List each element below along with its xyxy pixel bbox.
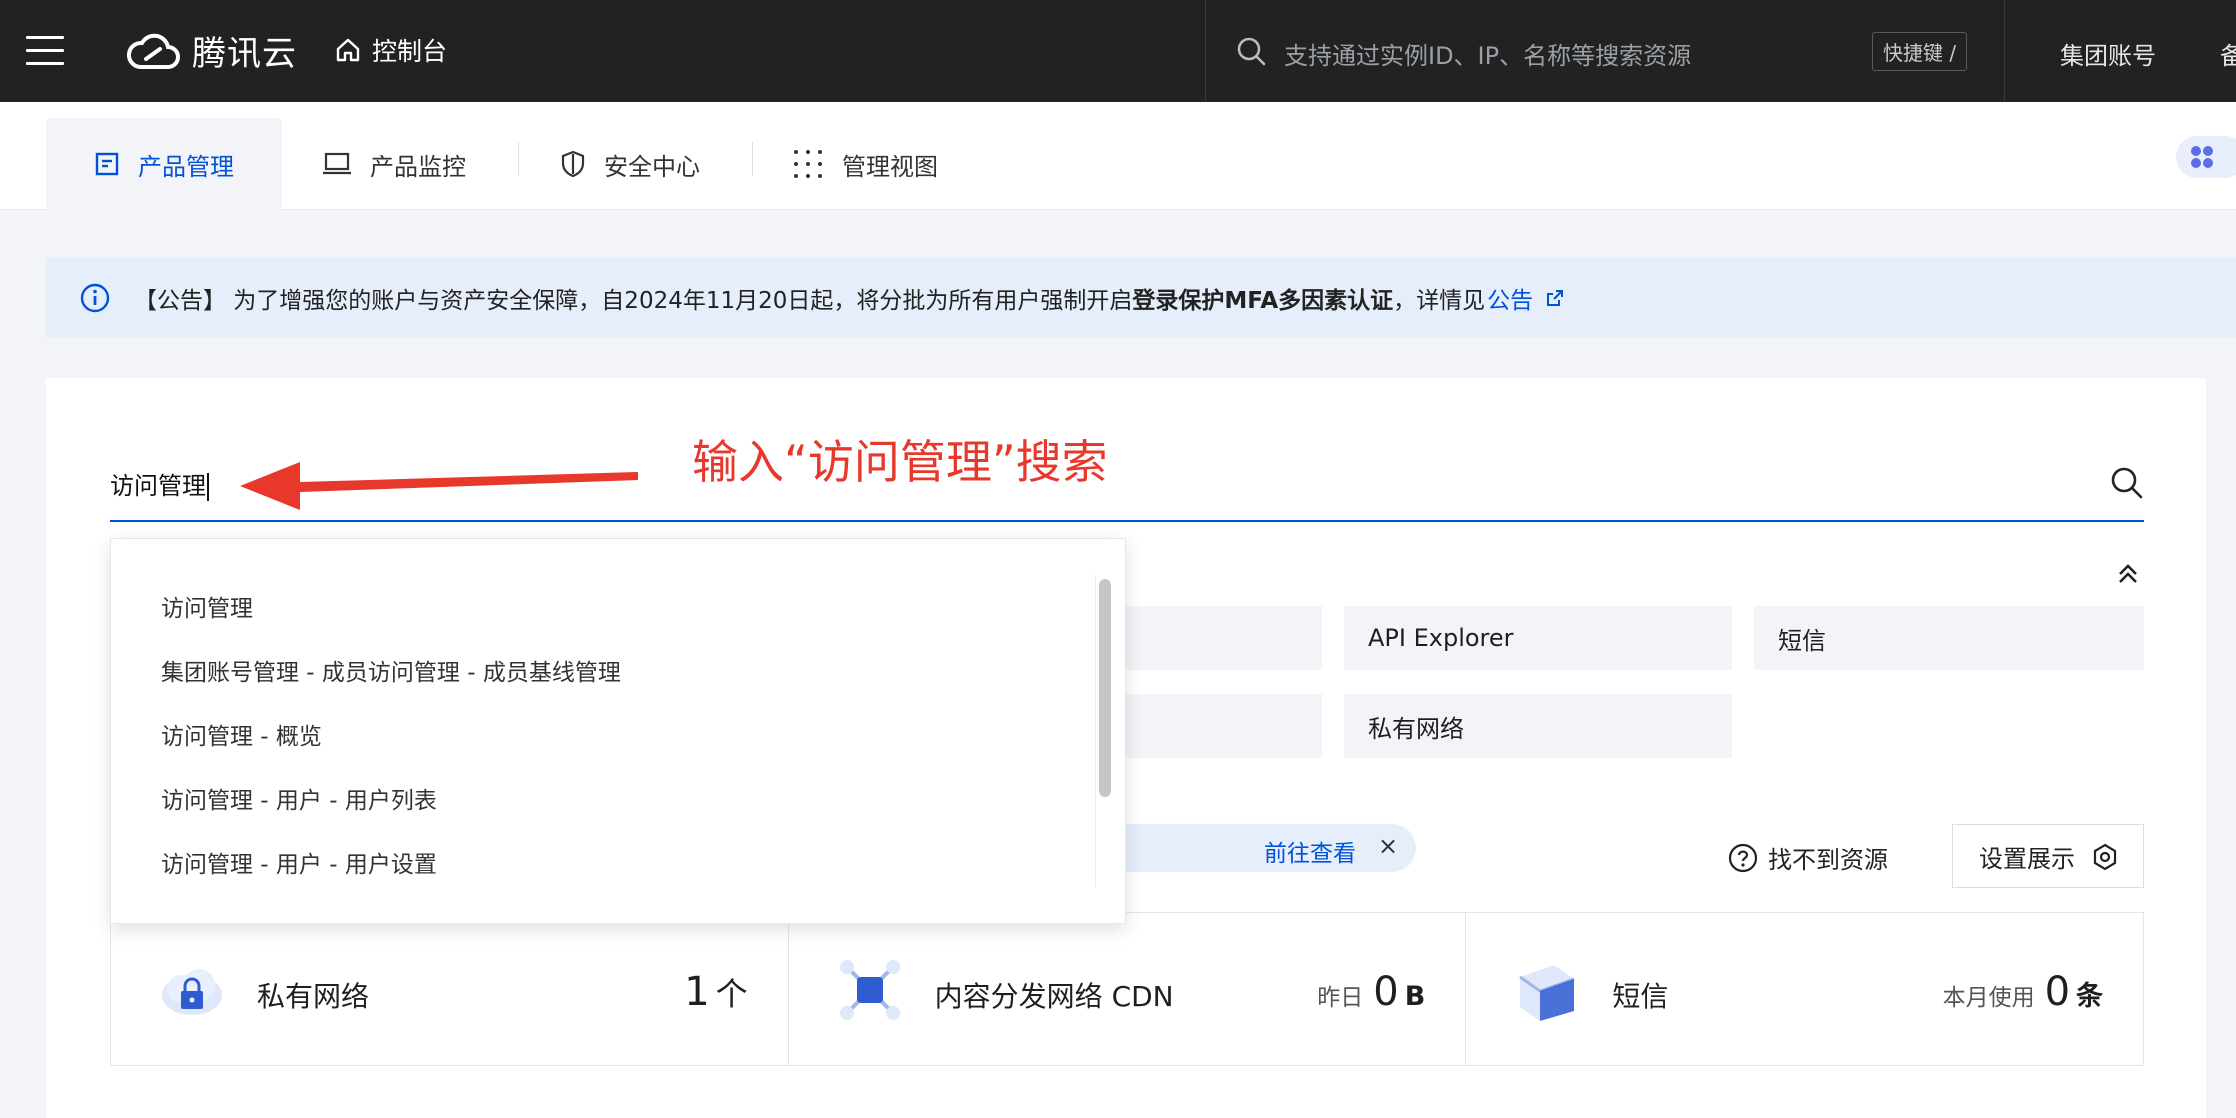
shortcut-chip-api-explorer[interactable]: API Explorer [1344,606,1732,670]
recent-resource-pill: 前往查看 × [1080,824,1416,872]
document-icon [95,152,119,176]
stat-value: 1 [684,969,710,1015]
stat-unit: B [1404,981,1426,1012]
info-icon [80,283,110,313]
vpc-cloud-lock-icon [162,969,222,1015]
annotation-arrow-icon [240,462,638,510]
stat-label: 昨日 [1317,985,1364,1011]
tab-divider [518,142,519,176]
dropdown-scrollbar-thumb[interactable] [1099,579,1111,797]
not-found-label: 找不到资源 [1768,846,1888,874]
announcement-bold-text: 登录保护MFA多因素认证 [1132,288,1394,314]
text-caret [207,473,209,501]
search-icon[interactable] [2110,466,2144,500]
topbar-clipped-item[interactable]: 备 [2220,36,2236,71]
group-account-link[interactable]: 集团账号 [2060,36,2156,71]
stat-unit: 个 [715,975,748,1013]
stat-card-vpc[interactable]: 私有网络 1个 [111,913,789,1065]
stat-value: 0 [2044,969,2071,1015]
go-view-link[interactable]: 前往查看 [1264,834,1356,868]
suggestion-item[interactable]: 访问管理 - 用户 - 用户列表 [161,781,437,815]
stat-value: 0 [1373,969,1399,1015]
suggestion-item[interactable]: 访问管理 - 概览 [161,717,322,751]
tab-management-view[interactable]: 管理视图 [792,118,938,210]
stat-unit: 条 [2076,981,2104,1012]
tencent-cloud-logo[interactable]: 腾讯云 [126,26,297,75]
tab-security-center[interactable]: 安全中心 [560,118,700,210]
search-input-underline [110,520,2144,522]
cannot-find-resource-link[interactable]: 找不到资源 [1728,840,1888,875]
shield-icon [561,150,585,178]
tab-product-management[interactable]: 产品管理 [46,118,282,210]
apps-icon [2191,146,2213,168]
console-label: 控制台 [372,37,448,66]
top-navigation-bar: 腾讯云 控制台 支持通过实例ID、IP、名称等搜索资源 快捷键 / 集团账号 备 [0,0,2236,102]
shortcut-key-badge: 快捷键 / [1872,32,1968,71]
product-tab-bar: 产品管理 产品监控 安全中心 管理视图 [0,102,2236,210]
suggestion-item[interactable]: 集团账号管理 - 成员访问管理 - 成员基线管理 [161,653,621,687]
collapse-chevron-icon[interactable] [2112,558,2144,590]
resource-search-placeholder: 支持通过实例ID、IP、名称等搜索资源 [1284,42,1692,70]
search-icon [1237,37,1266,66]
sms-envelope-icon [1519,965,1575,1021]
stat-label: 本月使用 [1942,985,2035,1011]
tab-label: 管理视图 [842,152,938,181]
annotation-text: 输入“访问管理”搜索 [692,435,1108,489]
grid-dots-icon [794,150,822,178]
home-icon [336,38,360,62]
announcement-suffix: ，详情见 [1393,288,1486,314]
help-icon [1728,843,1758,872]
shortcut-chip-sms[interactable]: 短信 [1754,606,2144,670]
tab-product-monitoring[interactable]: 产品监控 [322,118,466,210]
announcement-link[interactable]: 公告 [1487,281,1533,315]
console-link[interactable]: 控制台 [334,32,447,68]
close-icon[interactable]: × [1378,832,1398,860]
resource-search-box[interactable]: 支持通过实例ID、IP、名称等搜索资源 快捷键 / [1205,0,2005,102]
menu-icon[interactable] [26,36,64,66]
shortcut-chip-vpc[interactable]: 私有网络 [1344,694,1732,758]
suggestion-item[interactable]: 访问管理 [161,589,253,623]
tab-label: 产品管理 [138,152,234,181]
apps-shortcut-pill[interactable] [2176,136,2236,178]
announcement-banner: 【公告】 为了增强您的账户与资产安全保障，自2024年11月20日起，将分批为所… [46,258,2236,338]
suggestion-item[interactable]: 访问管理 - 用户 - 用户设置 [161,845,437,879]
external-link-icon[interactable] [1545,288,1565,308]
tab-divider [752,142,753,176]
stat-name: 短信 [1612,980,1669,1013]
product-search-input[interactable]: 访问管理 [110,466,209,501]
resource-stats-row: 私有网络 1个 内容分发网络 CDN 昨日 0 B 短信 本月使用 0 条 [110,912,2144,1066]
settings-label: 设置展示 [1979,844,2075,873]
stat-card-sms[interactable]: 短信 本月使用 0 条 [1466,913,2143,1065]
tab-label: 安全中心 [604,152,700,181]
tab-label: 产品监控 [370,152,466,181]
monitor-icon [323,152,351,175]
search-suggestion-dropdown: 访问管理 集团账号管理 - 成员访问管理 - 成员基线管理 访问管理 - 概览 … [110,538,1126,924]
search-input-value: 访问管理 [110,472,206,500]
cloud-logo-icon [127,33,180,69]
cdn-network-icon [839,960,900,1020]
logo-text: 腾讯云 [192,34,297,74]
gear-icon [2093,843,2117,871]
announcement-text: 【公告】 为了增强您的账户与资产安全保障，自2024年11月20日起，将分批为所… [134,288,1133,314]
stat-name: 内容分发网络 CDN [934,980,1174,1013]
display-settings-button[interactable]: 设置展示 [1952,824,2144,888]
shortcut-chip[interactable] [1100,606,1322,670]
stat-card-cdn[interactable]: 内容分发网络 CDN 昨日 0 B [789,913,1467,1065]
stat-name: 私有网络 [257,980,370,1013]
shortcut-chip[interactable] [1100,694,1322,758]
